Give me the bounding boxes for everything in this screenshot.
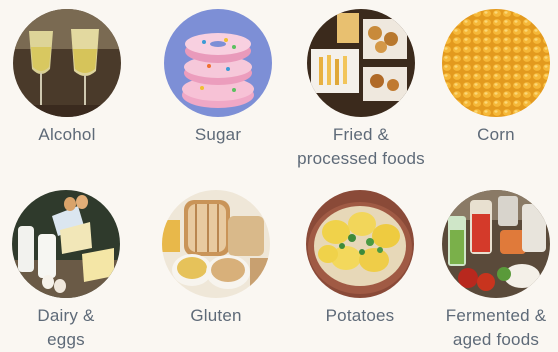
corn-image bbox=[442, 9, 550, 117]
fried-image bbox=[307, 9, 415, 117]
food-label-line: Alcohol bbox=[38, 125, 96, 144]
alcohol-image bbox=[13, 9, 121, 117]
food-label-line: processed foods bbox=[297, 149, 425, 168]
food-label: Corn bbox=[426, 123, 558, 147]
food-label-line: Fermented & bbox=[445, 306, 547, 325]
food-label-line: Gluten bbox=[190, 306, 242, 325]
food-label: Potatoes bbox=[290, 304, 430, 328]
food-label: Fried & processed foods bbox=[291, 123, 431, 171]
sugar-image bbox=[164, 9, 272, 117]
food-label-line: aged foods bbox=[452, 330, 540, 349]
dairy-image bbox=[12, 190, 120, 298]
food-label-line: Dairy & bbox=[37, 306, 95, 325]
potatoes-image bbox=[306, 190, 414, 298]
food-label-line: Fried & bbox=[332, 125, 390, 144]
food-label-line: Sugar bbox=[194, 125, 242, 144]
food-label-line: eggs bbox=[47, 330, 85, 349]
food-label-line: Corn bbox=[477, 125, 515, 144]
fermented-image bbox=[442, 190, 550, 298]
gluten-image bbox=[162, 190, 270, 298]
food-label-line: Potatoes bbox=[325, 306, 395, 325]
food-label: Gluten bbox=[146, 304, 286, 328]
food-label: Alcohol bbox=[0, 123, 137, 147]
food-label: Sugar bbox=[148, 123, 288, 147]
